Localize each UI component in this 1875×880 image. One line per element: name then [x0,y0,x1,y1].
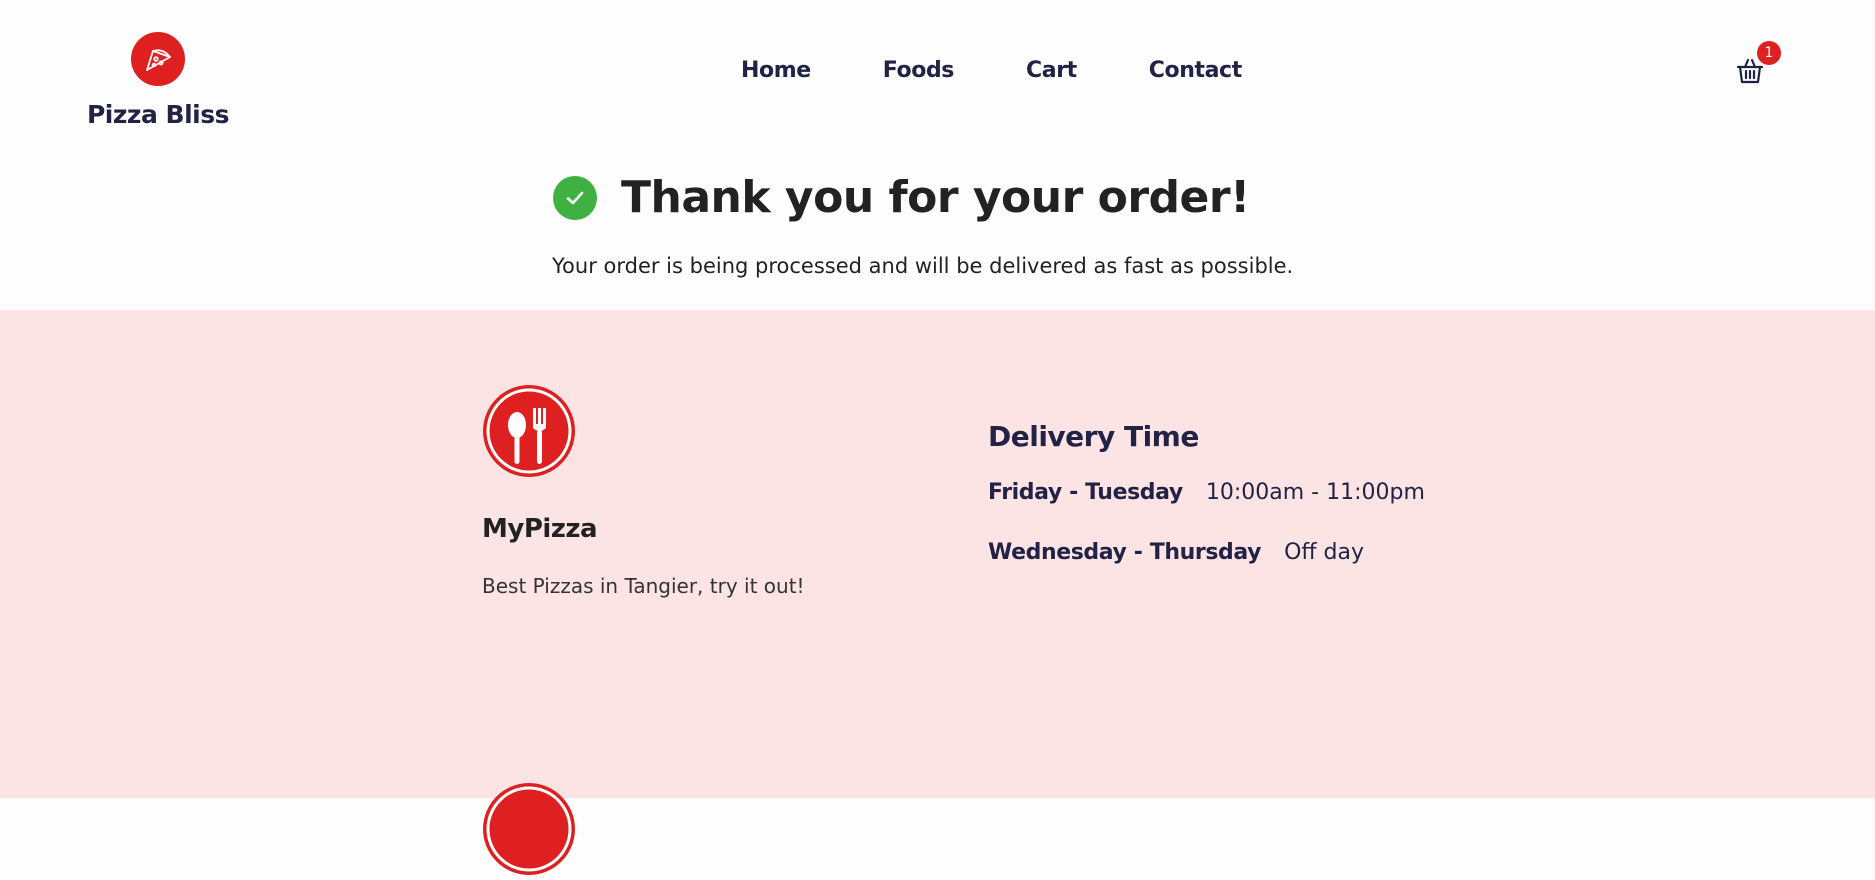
hours-row: Friday - Tuesday 10:00am - 11:00pm [988,480,1425,505]
hours-days: Friday - Tuesday [988,480,1183,505]
delivery-time-title: Delivery Time [988,420,1199,453]
nav-cart[interactable]: Cart [1026,58,1077,83]
spoon-fork-icon [482,384,576,478]
pizza-slice-icon [131,32,185,86]
main-nav: Home Foods Cart Contact [741,58,1242,83]
hours-row: Wednesday - Thursday Off day [988,540,1364,565]
nav-home[interactable]: Home [741,58,811,83]
check-icon [553,175,597,220]
hours-time: 10:00am - 11:00pm [1205,480,1425,505]
nav-foods[interactable]: Foods [883,58,955,83]
cart-count-badge: 1 [1757,41,1781,65]
brand[interactable]: Pizza Bliss [87,32,230,129]
nav-contact[interactable]: Contact [1149,58,1242,83]
site-header: Pizza Bliss Home Foods Cart Contact 1 Th… [0,0,1875,278]
footer-tagline: Best Pizzas in Tangier, try it out! [482,574,805,598]
footer-brand-name: MyPizza [482,514,598,544]
site-footer: MyPizza Best Pizzas in Tangier, try it o… [0,310,1875,875]
confirmation-heading: Thank you for your order! [553,172,1250,223]
confirmation-message: Your order is being processed and will b… [552,254,1294,278]
confirmation-title: Thank you for your order! [621,172,1250,223]
brand-name: Pizza Bliss [86,100,230,129]
hours-time: Off day [1284,540,1365,565]
hours-days: Wednesday - Thursday [988,540,1262,565]
spoon-fork-icon [482,782,576,876]
